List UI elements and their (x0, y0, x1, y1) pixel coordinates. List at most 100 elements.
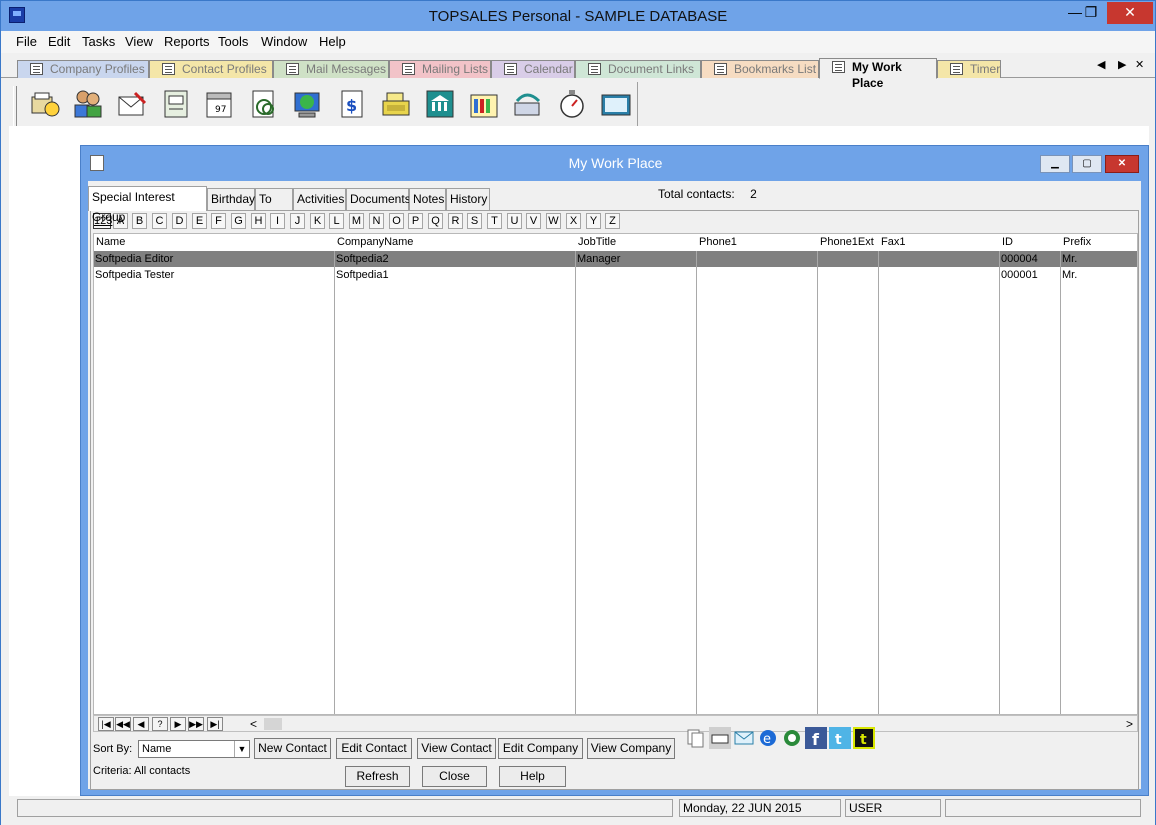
menu-file[interactable]: File (16, 34, 37, 49)
facebook-icon[interactable]: f (805, 727, 827, 749)
alpha-filter-e[interactable]: E (192, 213, 207, 229)
alpha-filter-p[interactable]: P (408, 213, 423, 229)
tab-documents[interactable]: Documents (346, 188, 411, 210)
alpha-filter-d[interactable]: D (172, 213, 187, 229)
new-contact-button[interactable]: New Contact (254, 738, 331, 759)
contacts-icon[interactable] (71, 87, 105, 121)
stopwatch-icon[interactable] (555, 87, 589, 121)
next-record-button[interactable]: ▶ (170, 717, 186, 731)
tab-contact-profiles[interactable]: Contact Profiles (149, 60, 273, 78)
copy-icon[interactable] (685, 727, 707, 749)
prev-record-button[interactable]: ◀ (133, 717, 149, 731)
alpha-filter-g[interactable]: G (231, 213, 246, 229)
menu-help[interactable]: Help (319, 34, 346, 49)
close-button[interactable]: ✕ (1107, 2, 1153, 24)
alpha-filter-v[interactable]: V (526, 213, 541, 229)
tab-company-profiles[interactable]: Company Profiles (17, 60, 149, 78)
find-record-button[interactable]: ? (152, 717, 168, 731)
document-links-icon[interactable] (247, 87, 281, 121)
tab-calendar[interactable]: Calendar (491, 60, 575, 78)
alpha-filter-h[interactable]: H (251, 213, 266, 229)
menu-view[interactable]: View (125, 34, 153, 49)
alpha-filter-t[interactable]: T (487, 213, 502, 229)
col-header-phone1ext[interactable]: Phone1Ext (818, 234, 874, 251)
web-search-icon[interactable] (781, 727, 803, 749)
alpha-filter-y[interactable]: Y (586, 213, 601, 229)
internet-explorer-icon[interactable]: e (757, 727, 779, 749)
alpha-filter-u[interactable]: U (507, 213, 522, 229)
col-header-prefix[interactable]: Prefix (1061, 234, 1091, 251)
tab-timer[interactable]: Timer (937, 60, 1001, 78)
tab-my-work-place[interactable]: My Work Place (819, 58, 937, 90)
horizontal-scrollbar-thumb[interactable] (264, 718, 282, 730)
twitter-icon[interactable]: t (829, 727, 851, 749)
maximize-button[interactable]: ❐ (1079, 2, 1103, 24)
alpha-filter-j[interactable]: J (290, 213, 305, 229)
view-contact-button[interactable]: View Contact (417, 738, 496, 759)
cash-register-icon[interactable] (379, 87, 413, 121)
alpha-filter-s[interactable]: S (467, 213, 482, 229)
menu-reports[interactable]: Reports (164, 34, 210, 49)
tab-document-links[interactable]: Document Links (575, 60, 701, 78)
col-header-phone1[interactable]: Phone1 (697, 234, 737, 251)
alpha-filter-i[interactable]: I (270, 213, 285, 229)
help-button[interactable]: Help (499, 766, 566, 787)
view-company-button[interactable]: View Company (587, 738, 675, 759)
calendar-icon[interactable]: 97 (203, 87, 237, 121)
child-minimize-button[interactable]: ▁ (1040, 155, 1070, 173)
bank-icon[interactable] (423, 87, 457, 121)
mailing-list-icon[interactable] (159, 87, 193, 121)
alpha-filter-o[interactable]: O (389, 213, 404, 229)
fax-icon[interactable] (709, 727, 731, 749)
alpha-filter-z[interactable]: Z (605, 213, 620, 229)
alpha-filter-n[interactable]: N (369, 213, 384, 229)
child-maximize-button[interactable]: ▢ (1072, 155, 1102, 173)
alpha-filter-f[interactable]: F (211, 213, 226, 229)
tab-mail-messages[interactable]: Mail Messages (273, 60, 389, 78)
tab-close-icon[interactable]: ✕ (1135, 58, 1144, 71)
alpha-filter-c[interactable]: C (152, 213, 167, 229)
menu-tasks[interactable]: Tasks (82, 34, 115, 49)
refresh-button[interactable]: Refresh (345, 766, 410, 787)
first-record-button[interactable]: |◀ (98, 717, 114, 731)
company-profile-icon[interactable] (29, 87, 63, 121)
close-window-button[interactable]: Close (422, 766, 487, 787)
menu-edit[interactable]: Edit (48, 34, 70, 49)
sort-by-select[interactable]: Name ▼ (138, 740, 250, 758)
tab-special-interest-group[interactable]: Special Interest Group (88, 186, 207, 224)
scroll-right-icon[interactable]: > (1126, 717, 1133, 731)
col-header-name[interactable]: Name (94, 234, 125, 251)
alpha-filter-x[interactable]: X (566, 213, 581, 229)
email-icon[interactable] (733, 727, 755, 749)
library-icon[interactable] (467, 87, 501, 121)
alpha-filter-l[interactable]: L (329, 213, 344, 229)
last-record-button[interactable]: ▶| (207, 717, 223, 731)
tab-bookmarks-list[interactable]: Bookmarks List (701, 60, 819, 78)
table-row[interactable]: Softpedia Tester Softpedia1 000001 Mr. (94, 267, 1137, 283)
edit-company-button[interactable]: Edit Company (498, 738, 583, 759)
alpha-filter-k[interactable]: K (310, 213, 325, 229)
menu-window[interactable]: Window (261, 34, 307, 49)
col-header-jobtitle[interactable]: JobTitle (576, 234, 616, 251)
child-close-button[interactable]: ✕ (1105, 155, 1139, 173)
alpha-filter-r[interactable]: R (448, 213, 463, 229)
tab-scroll-left-icon[interactable]: ◀ (1097, 58, 1105, 71)
edit-contact-button[interactable]: Edit Contact (336, 738, 412, 759)
calculator-icon[interactable] (599, 87, 633, 121)
tumblr-icon[interactable]: t (853, 727, 875, 749)
toolbar-grip[interactable] (13, 86, 17, 126)
tab-history[interactable]: History (446, 188, 490, 210)
tab-activities[interactable]: Activities (293, 188, 346, 210)
alpha-filter-m[interactable]: M (349, 213, 364, 229)
col-header-fax1[interactable]: Fax1 (879, 234, 905, 251)
alpha-filter-b[interactable]: B (132, 213, 147, 229)
tab-mailing-lists[interactable]: Mailing Lists (389, 60, 491, 78)
invoice-icon[interactable]: $ (335, 87, 369, 121)
alpha-filter-q[interactable]: Q (428, 213, 443, 229)
prev-page-button[interactable]: ◀◀ (115, 717, 131, 731)
tab-to-do[interactable]: To Do (255, 188, 293, 226)
scroll-left-icon[interactable]: < (250, 717, 257, 731)
table-row[interactable]: Softpedia Editor Softpedia2 Manager 0000… (94, 251, 1137, 267)
next-page-button[interactable]: ▶▶ (188, 717, 204, 731)
tab-notes[interactable]: Notes (409, 188, 446, 210)
